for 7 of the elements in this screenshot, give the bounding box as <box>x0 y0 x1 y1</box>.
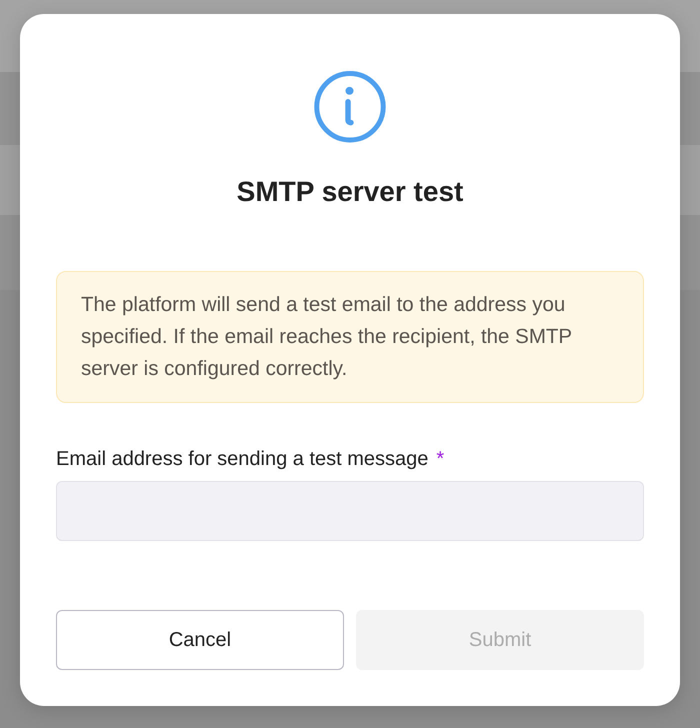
required-mark: * <box>436 448 444 470</box>
info-notice: The platform will send a test email to the address you specified. If the email reaches the recipient, the SMTP server is configured correctly. <box>56 271 644 404</box>
dialog-title: SMTP server test <box>236 175 464 210</box>
cancel-button[interactable]: Cancel <box>56 610 344 670</box>
field-label: Email address for sending a test message <box>56 448 428 470</box>
email-field[interactable] <box>56 481 644 541</box>
info-icon <box>313 70 387 144</box>
